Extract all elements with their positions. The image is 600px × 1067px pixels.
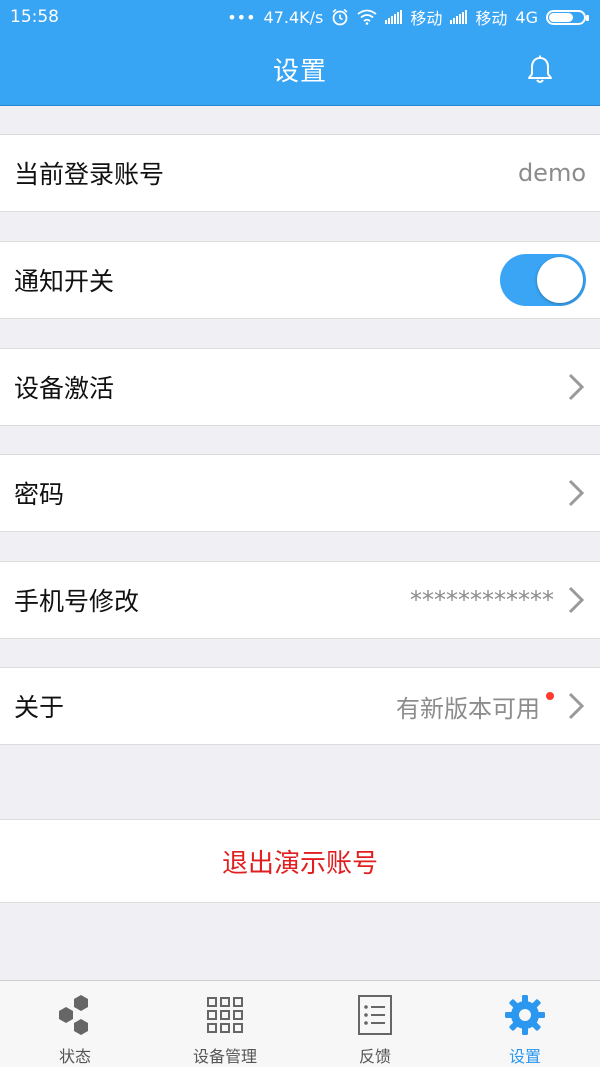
hexagons-icon [59,995,88,1035]
toggle-knob [537,257,583,303]
chevron-right-icon [568,692,585,720]
notification-label: 通知开关 [14,267,115,296]
tab-settings-label: 设置 [508,1047,541,1066]
status-indicators: ••• 47.4K/s 移动 移动 4G [227,5,589,29]
tab-device-management-label: 设备管理 [192,1047,257,1066]
tab-feedback[interactable]: 反馈 [300,981,450,1067]
status-dots: ••• [227,7,256,27]
carrier-2: 移动 [475,9,508,28]
update-available-text: 有新版本可用 [396,694,540,723]
chevron-right-icon [568,586,585,614]
tab-status-label: 状态 [58,1047,91,1066]
bell-icon[interactable] [524,54,556,86]
tab-settings[interactable]: 设置 [450,981,600,1067]
bottom-tab-bar: 状态 设备管理 反馈 设置 [0,980,600,1067]
account-row: 当前登录账号 demo [0,134,600,212]
tab-feedback-label: 反馈 [358,1047,391,1066]
wifi-icon [357,9,377,25]
carrier-1: 移动 [410,9,443,28]
password-label: 密码 [14,480,65,509]
status-bar: 15:58 ••• 47.4K/s 移动 移动 4G [0,0,600,34]
page-title: 设置 [272,57,327,87]
phone-value: ************ [410,586,554,614]
alarm-icon [332,8,348,26]
list-icon [358,995,392,1035]
title-bar: 设置 [0,34,600,106]
chevron-right-icon [568,373,585,401]
chevron-right-icon [568,479,585,507]
tab-status[interactable]: 状态 [0,981,150,1067]
status-time: 15:58 [10,7,59,27]
network-speed: 47.4K/s [263,7,324,27]
battery-icon [546,9,589,25]
about-row[interactable]: 关于 有新版本可用 [0,667,600,745]
phone-change-row[interactable]: 手机号修改 ************ [0,561,600,639]
grid-icon [207,997,243,1033]
update-badge [546,692,554,700]
signal-icon [450,10,468,24]
tab-device-management[interactable]: 设备管理 [150,981,300,1067]
network-type: 4G [515,7,538,27]
phone-change-label: 手机号修改 [14,587,140,616]
account-label: 当前登录账号 [14,160,165,189]
notification-toggle[interactable] [500,254,586,306]
about-label: 关于 [14,693,65,722]
device-activation-label: 设备激活 [14,374,115,403]
password-row[interactable]: 密码 [0,454,600,532]
device-activation-row[interactable]: 设备激活 [0,348,600,426]
gear-icon [505,995,545,1035]
signal-icon [385,10,403,24]
account-value: demo [517,159,586,187]
notification-row: 通知开关 [0,241,600,319]
logout-button[interactable]: 退出演示账号 [0,819,600,903]
